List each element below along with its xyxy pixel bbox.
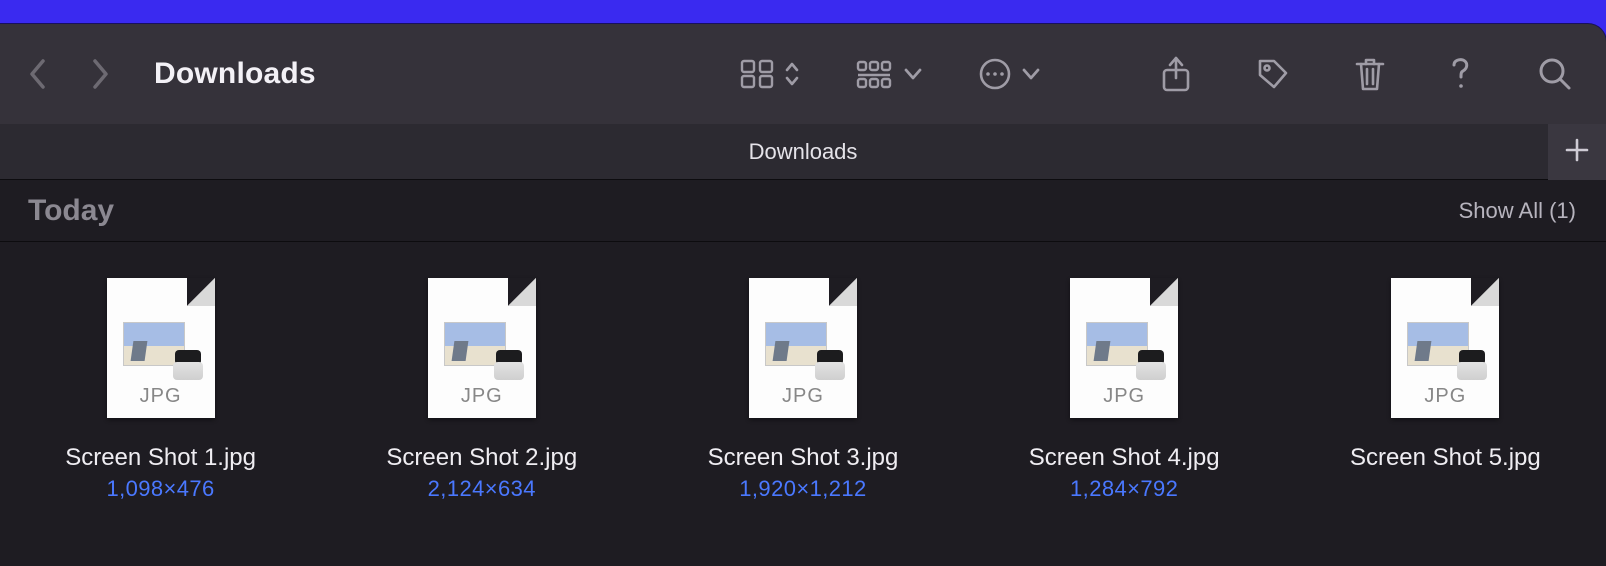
file-type-label: JPG xyxy=(107,385,215,408)
file-type-label: JPG xyxy=(1070,385,1178,408)
back-button[interactable] xyxy=(24,54,52,94)
help-button[interactable] xyxy=(1444,51,1480,97)
right-tools xyxy=(1154,50,1578,98)
action-button[interactable] xyxy=(972,51,1046,97)
view-mode-button[interactable] xyxy=(734,53,806,95)
section-title: Today xyxy=(28,194,114,228)
preview-app-icon xyxy=(815,350,845,380)
search-button[interactable] xyxy=(1532,51,1578,97)
file-type-label: JPG xyxy=(1391,385,1499,408)
file-name: Screen Shot 2.jpg xyxy=(386,444,577,472)
file-dimensions: 1,098×476 xyxy=(106,476,214,502)
file-name: Screen Shot 5.jpg xyxy=(1350,444,1541,472)
file-item[interactable]: JPG Screen Shot 1.jpg 1,098×476 xyxy=(5,278,317,502)
tag-icon xyxy=(1256,57,1290,91)
grid-icon xyxy=(740,59,774,89)
chevron-down-icon xyxy=(904,68,922,80)
file-icon: JPG xyxy=(107,278,215,418)
preview-app-icon xyxy=(173,350,203,380)
search-icon xyxy=(1538,57,1572,91)
window-title: Downloads xyxy=(154,57,316,91)
file-icon: JPG xyxy=(749,278,857,418)
group-icon xyxy=(856,59,894,89)
tags-button[interactable] xyxy=(1250,51,1296,97)
file-item[interactable]: JPG Screen Shot 3.jpg 1,920×1,212 xyxy=(647,278,959,502)
preview-app-icon xyxy=(494,350,524,380)
file-icon: JPG xyxy=(428,278,536,418)
forward-button[interactable] xyxy=(86,54,114,94)
file-type-label: JPG xyxy=(749,385,857,408)
trash-icon xyxy=(1354,56,1386,92)
group-button[interactable] xyxy=(850,53,928,95)
preview-app-icon xyxy=(1136,350,1166,380)
gallery: JPG Screen Shot 1.jpg 1,098×476 JPG Scre… xyxy=(0,242,1606,502)
file-dimensions: 1,284×792 xyxy=(1070,476,1178,502)
ellipsis-circle-icon xyxy=(978,57,1012,91)
chevron-updown-icon xyxy=(784,61,800,87)
tab-bar: Downloads xyxy=(0,124,1606,180)
plus-icon xyxy=(1564,137,1590,168)
tab-label[interactable]: Downloads xyxy=(749,139,858,165)
section-header: Today Show All (1) xyxy=(0,180,1606,242)
file-name: Screen Shot 3.jpg xyxy=(708,444,899,472)
chevron-down-icon xyxy=(1022,68,1040,80)
toolbar: Downloads xyxy=(0,24,1606,124)
file-item[interactable]: JPG Screen Shot 5.jpg xyxy=(1289,278,1601,502)
new-tab-button[interactable] xyxy=(1548,124,1606,180)
trash-button[interactable] xyxy=(1348,50,1392,98)
file-name: Screen Shot 4.jpg xyxy=(1029,444,1220,472)
show-all-button[interactable]: Show All (1) xyxy=(1459,198,1576,224)
file-icon: JPG xyxy=(1391,278,1499,418)
view-controls xyxy=(734,51,1046,97)
file-icon: JPG xyxy=(1070,278,1178,418)
preview-app-icon xyxy=(1457,350,1487,380)
file-item[interactable]: JPG Screen Shot 4.jpg 1,284×792 xyxy=(968,278,1280,502)
file-name: Screen Shot 1.jpg xyxy=(65,444,256,472)
file-item[interactable]: JPG Screen Shot 2.jpg 2,124×634 xyxy=(326,278,638,502)
file-dimensions: 2,124×634 xyxy=(428,476,536,502)
nav-arrows xyxy=(24,54,114,94)
share-button[interactable] xyxy=(1154,50,1198,98)
file-dimensions: 1,920×1,212 xyxy=(739,476,866,502)
desktop-background-strip xyxy=(0,0,1606,24)
finder-window: Downloads xyxy=(0,24,1606,566)
share-icon xyxy=(1160,56,1192,92)
help-icon xyxy=(1450,57,1474,91)
file-type-label: JPG xyxy=(428,385,536,408)
